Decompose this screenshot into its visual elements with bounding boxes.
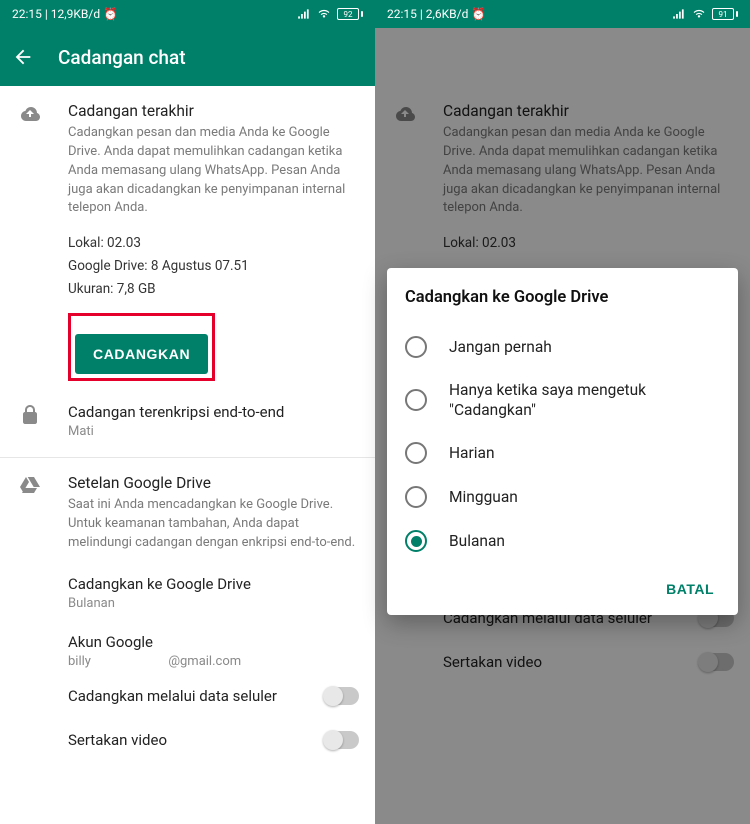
google-account-row[interactable]: Akun Google billy @gmail.com	[68, 633, 359, 669]
backup-local: Lokal: 02.03	[68, 232, 359, 255]
alarm-icon: ⏰	[100, 7, 118, 21]
gdrive-desc: Saat ini Anda mencadangkan ke Google Dri…	[68, 496, 359, 553]
back-icon[interactable]	[12, 46, 34, 68]
phone-left: 22:15 | 12,9KB/d ⏰ 92 Cadangan chat Cada…	[0, 0, 375, 824]
status-net: 12,9KB/d	[51, 7, 100, 21]
alarm-icon: ⏰	[468, 7, 486, 21]
dialog-title: Cadangkan ke Google Drive	[405, 288, 720, 307]
gdrive-icon	[18, 474, 42, 498]
signal-icon	[297, 7, 311, 21]
include-video-toggle[interactable]	[325, 731, 359, 749]
radio-option-monthly[interactable]: Bulanan	[405, 519, 720, 563]
radio-icon	[405, 389, 427, 411]
app-bar: Cadangan chat	[0, 28, 375, 86]
radio-icon	[405, 336, 427, 358]
cancel-button[interactable]: BATAL	[660, 573, 720, 605]
backup-button[interactable]: CADANGKAN	[75, 334, 208, 374]
radio-option-weekly[interactable]: Mingguan	[405, 475, 720, 519]
last-backup-heading: Cadangan terakhir	[68, 102, 359, 120]
content[interactable]: Cadangan terakhir Cadangkan pesan dan me…	[0, 86, 375, 824]
backup-frequency-dialog: Cadangkan ke Google Drive Jangan pernah …	[387, 268, 738, 615]
status-time: 22:15	[12, 7, 42, 21]
status-time: 22:15	[387, 7, 417, 21]
encryption-row[interactable]: Cadangan terenkripsi end-to-end Mati	[68, 403, 359, 439]
radio-option-tap[interactable]: Hanya ketika saya mengetuk "Cadangkan"	[405, 369, 720, 431]
wifi-icon	[692, 7, 706, 21]
cellular-backup-label: Cadangkan melalui data seluler	[68, 687, 277, 705]
signal-icon	[672, 7, 686, 21]
radio-icon	[405, 486, 427, 508]
backup-frequency-row[interactable]: Cadangkan ke Google Drive Bulanan	[68, 575, 359, 611]
battery-icon: 92	[337, 8, 363, 20]
status-bar: 22:15 | 12,9KB/d ⏰ 92	[0, 0, 375, 28]
radio-option-daily[interactable]: Harian	[405, 431, 720, 475]
radio-icon	[405, 442, 427, 464]
radio-icon	[405, 530, 427, 552]
phone-right: 22:15 | 2,6KB/d ⏰ 91 Cadangan chat Cadan…	[375, 0, 750, 824]
highlight-box: CADANGKAN	[68, 313, 215, 381]
last-backup-desc: Cadangkan pesan dan media Anda ke Google…	[68, 124, 359, 218]
status-bar: 22:15 | 2,6KB/d ⏰ 91	[375, 0, 750, 28]
radio-option-never[interactable]: Jangan pernah	[405, 325, 720, 369]
lock-icon	[18, 403, 42, 427]
cellular-backup-toggle[interactable]	[325, 687, 359, 705]
page-title: Cadangan chat	[58, 46, 186, 69]
include-video-label: Sertakan video	[68, 731, 167, 749]
status-net: 2,6KB/d	[426, 7, 469, 21]
backup-gdrive: Google Drive: 8 Agustus 07.51	[68, 255, 359, 278]
cloud-upload-icon	[18, 102, 42, 126]
battery-icon: 91	[712, 8, 738, 20]
wifi-icon	[317, 7, 331, 21]
gdrive-heading: Setelan Google Drive	[68, 474, 359, 492]
backup-size: Ukuran: 7,8 GB	[68, 278, 359, 301]
